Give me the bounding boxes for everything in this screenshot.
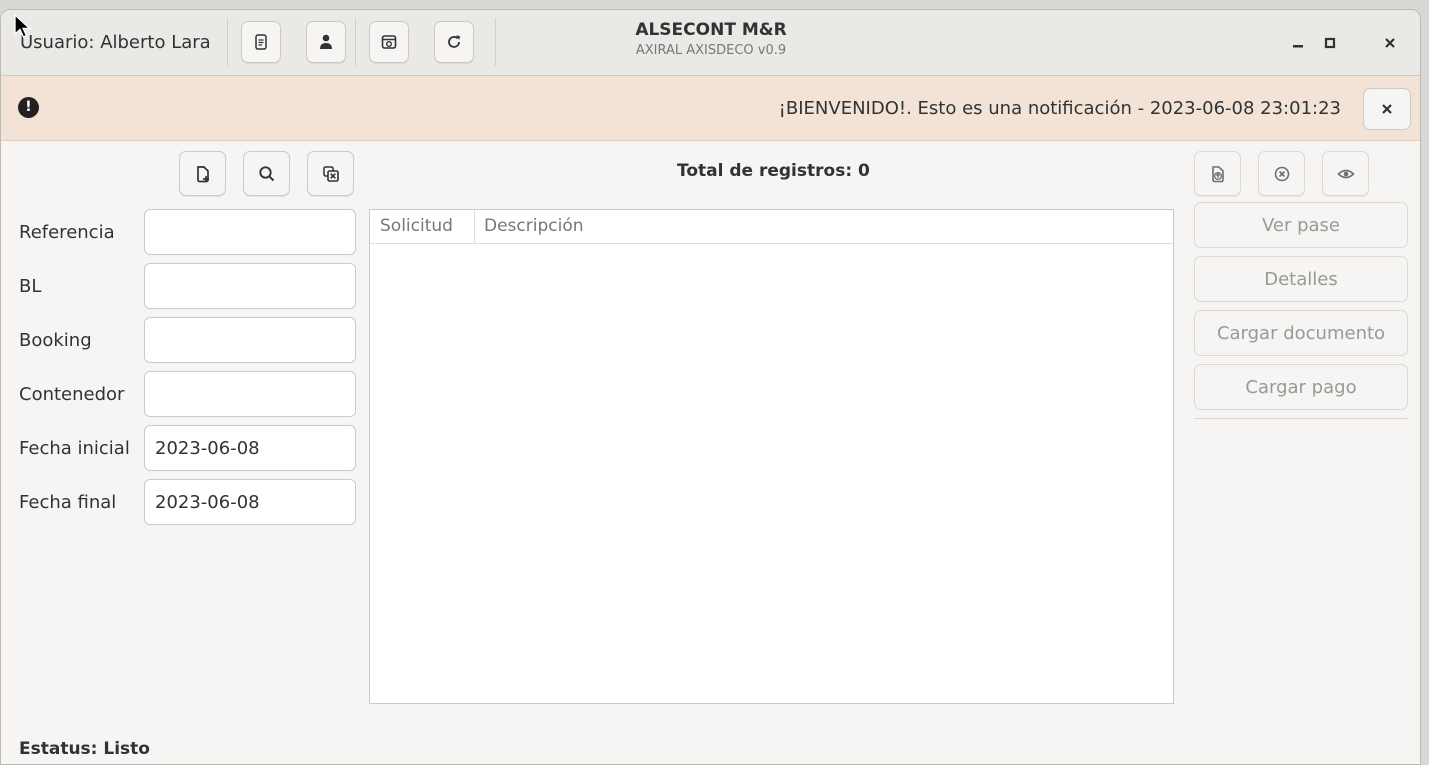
booking-label: Booking bbox=[19, 330, 92, 351]
package-icon bbox=[381, 35, 397, 49]
results-table[interactable]: Solicitud Descripción bbox=[369, 209, 1174, 704]
user-button[interactable] bbox=[306, 21, 346, 63]
maximize-button[interactable] bbox=[1317, 30, 1343, 56]
contenedor-input[interactable] bbox=[144, 371, 356, 417]
header-separator bbox=[495, 18, 496, 66]
notification-text: ¡BIENVENIDO!. Esto es una notificación -… bbox=[778, 98, 1341, 119]
column-header-solicitud[interactable]: Solicitud bbox=[380, 216, 453, 236]
new-document-icon bbox=[196, 165, 209, 182]
refresh-button[interactable] bbox=[434, 21, 474, 63]
fecha-inicial-label: Fecha inicial bbox=[19, 438, 130, 459]
clear-button[interactable] bbox=[307, 151, 354, 196]
header-separator bbox=[227, 18, 228, 66]
fecha-final-input[interactable] bbox=[144, 479, 356, 525]
cancel-button[interactable] bbox=[1258, 151, 1305, 196]
close-icon bbox=[1382, 104, 1392, 114]
close-icon bbox=[1385, 38, 1395, 48]
notification-close-button[interactable] bbox=[1363, 88, 1411, 130]
view-button[interactable] bbox=[1322, 151, 1369, 196]
view-icon bbox=[1336, 169, 1355, 178]
upload-icon bbox=[1211, 165, 1224, 182]
app-title: ALSECONT M&R bbox=[635, 20, 787, 40]
minimize-icon bbox=[1293, 45, 1303, 48]
column-separator bbox=[474, 210, 475, 244]
mouse-cursor-icon bbox=[14, 14, 32, 38]
column-header-descripcion[interactable]: Descripción bbox=[484, 216, 584, 236]
user-icon bbox=[320, 34, 332, 49]
bl-input[interactable] bbox=[144, 263, 356, 309]
search-icon bbox=[258, 165, 274, 181]
title-block: ALSECONT M&R AXIRAL AXISDECO v0.9 bbox=[561, 20, 861, 58]
cancel-icon bbox=[1274, 166, 1289, 181]
fecha-final-label: Fecha final bbox=[19, 492, 117, 513]
close-window-button[interactable] bbox=[1377, 30, 1403, 56]
contenedor-label: Contenedor bbox=[19, 384, 125, 405]
referencia-input[interactable] bbox=[144, 209, 356, 255]
user-label: Usuario: Alberto Lara bbox=[20, 32, 211, 53]
bl-label: BL bbox=[19, 276, 42, 297]
ver-pase-button[interactable]: Ver pase bbox=[1194, 202, 1408, 248]
upload-button[interactable] bbox=[1194, 151, 1241, 196]
header-bar: Usuario: Alberto Lara ALSECONT M&R AXIRA… bbox=[1, 10, 1420, 76]
search-button[interactable] bbox=[243, 151, 290, 196]
refresh-icon bbox=[448, 35, 460, 48]
total-records-label: Total de registros: 0 bbox=[677, 161, 870, 181]
notification-bar: ! ¡BIENVENIDO!. Esto es una notificación… bbox=[1, 76, 1420, 141]
clear-icon bbox=[322, 165, 339, 182]
header-separator bbox=[355, 18, 356, 66]
warning-icon: ! bbox=[18, 97, 39, 118]
document-icon bbox=[255, 34, 267, 50]
main-window: Usuario: Alberto Lara ALSECONT M&R AXIRA… bbox=[0, 9, 1421, 765]
maximize-icon bbox=[1324, 37, 1336, 49]
status-label: Estatus: Listo bbox=[19, 739, 150, 759]
referencia-label: Referencia bbox=[19, 222, 115, 243]
cargar-documento-button[interactable]: Cargar documento bbox=[1194, 310, 1408, 356]
new-document-button[interactable] bbox=[179, 151, 226, 196]
fecha-inicial-input[interactable] bbox=[144, 425, 356, 471]
app-subtitle: AXIRAL AXISDECO v0.9 bbox=[635, 43, 787, 58]
minimize-button[interactable] bbox=[1285, 30, 1311, 56]
side-separator bbox=[1194, 418, 1408, 419]
detalles-button[interactable]: Detalles bbox=[1194, 256, 1408, 302]
booking-input[interactable] bbox=[144, 317, 356, 363]
document-button[interactable] bbox=[241, 21, 281, 63]
cargar-pago-button[interactable]: Cargar pago bbox=[1194, 364, 1408, 410]
package-button[interactable] bbox=[369, 21, 409, 63]
table-header: Solicitud Descripción bbox=[370, 210, 1173, 244]
